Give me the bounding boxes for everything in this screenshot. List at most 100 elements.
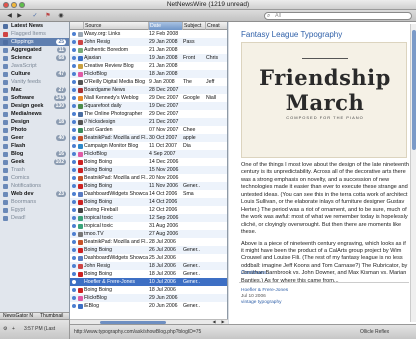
sidebar-item[interactable]: Notifications: [0, 182, 69, 190]
sidebar-item[interactable]: Design 18: [0, 118, 69, 126]
meta-tags[interactable]: vintage typography: [241, 300, 288, 306]
sidebar-item-label: Mac: [11, 87, 22, 93]
table-row[interactable]: Campaign Monitor Blog 11 Oct 2007 Dia: [70, 142, 227, 150]
table-row[interactable]: FlickrBlog 18 Jan 2008: [70, 70, 227, 78]
sidebar-item[interactable]: Flagged Items: [0, 30, 69, 38]
sidebar-item[interactable]: Clippings 25: [0, 38, 69, 46]
table-row[interactable]: BeatnikPad: Mozilla and Fl.. 28 Jul 2006: [70, 238, 227, 246]
table-row[interactable]: Hoefler & Frere-Jones 10 Jul 2006 Gener..: [70, 278, 227, 286]
feed-favicon-icon: [78, 303, 83, 309]
table-row[interactable]: Boardgame News 28 Dec 2007: [70, 86, 227, 94]
close-window-icon[interactable]: [3, 2, 9, 8]
table-row[interactable]: tmoo.TV 27 Aug 2006: [70, 230, 227, 238]
table-row[interactable]: Lost Garden 07 Nov 2007 Chee: [70, 126, 227, 134]
sidebar-item[interactable]: Design geek 130: [0, 102, 69, 110]
table-row[interactable]: Ajaxian 19 Jan 2008 Front Chris: [70, 54, 227, 62]
folder-icon: [3, 47, 8, 53]
table-row[interactable]: tropical toxic 12 Sep 2006: [70, 214, 227, 222]
header-date[interactable]: Date: [149, 22, 183, 30]
sidebar-item-label: Comics: [11, 175, 30, 181]
row-source: Niall Kennedy's Weblog: [84, 95, 139, 101]
continue-link[interactable]: Continues...: [241, 270, 271, 276]
table-row[interactable]: FlickrBlog 4 Sep 2007: [70, 150, 227, 158]
minimize-window-icon[interactable]: [11, 2, 17, 8]
table-row[interactable]: // hicksdesign 21 Dec 2007: [70, 118, 227, 126]
table-row[interactable]: Boing Boing 15 Nov 2006: [70, 166, 227, 174]
table-row[interactable]: Boing Boing 14 Dec 2006: [70, 158, 227, 166]
sidebar-item[interactable]: Aggregated 11: [0, 46, 69, 54]
sidebar-item[interactable]: Trash: [0, 166, 69, 174]
sidebar-item[interactable]: Mac 27: [0, 86, 69, 94]
row-date: 19 Dec 2007: [149, 103, 179, 109]
table-row[interactable]: Boing Boing 14 Oct 2006: [70, 198, 227, 206]
table-row[interactable]: FlickrBlog 29 Jun 2006: [70, 294, 227, 302]
header-flag[interactable]: [70, 22, 84, 30]
table-row[interactable]: BeatnikPad: Mozilla and Fl.. 20 Nov 2006: [70, 174, 227, 182]
row-date: 14 Oct 2006: [149, 191, 178, 197]
table-row[interactable]: Boing Boing 11 Nov 2006 Gener..: [70, 182, 227, 190]
table-row[interactable]: tropical toxic 31 Aug 2006: [70, 222, 227, 230]
folder-icon: [3, 207, 8, 213]
sidebar-item[interactable]: Software 143: [0, 94, 69, 102]
sidebar-item[interactable]: Flash: [0, 142, 69, 150]
table-row[interactable]: Squarefoot daily 19 Dec 2007: [70, 102, 227, 110]
header-creator[interactable]: Creat: [206, 22, 227, 30]
table-row[interactable]: Boing Boing 18 Jul 2006 Gener..: [70, 270, 227, 278]
table-row[interactable]: DashboardWidgets Showcase 25 Jul 2006: [70, 254, 227, 262]
table-row[interactable]: Daring Fireball 12 Oct 2006: [70, 206, 227, 214]
table-row[interactable]: Boing Boing 18 Jul 2006: [70, 286, 227, 294]
row-source: tmoo.TV: [84, 231, 104, 237]
table-row[interactable]: O'Reilly Digital Media Blog 9 Jan 2008 The…: [70, 78, 227, 86]
search-icon: ⌕: [267, 13, 271, 19]
search-field[interactable]: ⌕ All: [264, 12, 412, 20]
table-row[interactable]: Creative Review Blog 21 Jan 2008: [70, 62, 227, 70]
back-icon[interactable]: ◀: [5, 12, 14, 20]
table-row[interactable]: Waxy.org: Links 12 Feb 2008: [70, 30, 227, 38]
sidebar-item[interactable]: Egypt: [0, 206, 69, 214]
header-subject[interactable]: Subject: [183, 22, 206, 30]
feed-favicon-icon: [78, 71, 83, 77]
mark-read-icon[interactable]: ✓: [30, 12, 40, 20]
sidebar-item[interactable]: JavaScript: [0, 62, 69, 70]
vertical-scrollbar[interactable]: [410, 24, 416, 322]
article-title[interactable]: Fantasy League Typography: [241, 30, 342, 39]
table-row[interactable]: BeatnikPad: Mozilla and Fl.. 30 Oct 2007 a…: [70, 134, 227, 142]
zoom-window-icon[interactable]: [19, 2, 25, 8]
table-row[interactable]: John Resig 29 Jan 2008 Pass: [70, 38, 227, 46]
table-row[interactable]: Boing Boing 26 Jul 2006 Gener..: [70, 246, 227, 254]
sidebar-item[interactable]: Photo: [0, 126, 69, 134]
status-right: Ollicle Reflex: [360, 329, 390, 335]
row-date: 12 Oct 2006: [149, 207, 178, 213]
unread-dot-icon[interactable]: [70, 302, 77, 311]
forward-icon[interactable]: ▶: [15, 12, 24, 20]
flag-icon[interactable]: ⚑: [43, 12, 53, 20]
sidebar-item[interactable]: Media/news: [0, 110, 69, 118]
vertical-scroll-thumb[interactable]: [411, 30, 416, 150]
sidebar-item[interactable]: Web dev 23: [0, 190, 69, 198]
table-row[interactable]: DashboardWidgets Showcase 14 Oct 2006 Sma: [70, 190, 227, 198]
open-browser-icon[interactable]: ◉: [56, 12, 66, 20]
sidebar-item[interactable]: Science 68: [0, 54, 69, 62]
table-row[interactable]: The Online Photographer 29 Dec 2007: [70, 110, 227, 118]
table-row[interactable]: Niall Kennedy's Weblog 29 Dec 2007 Google N…: [70, 94, 227, 102]
feed-favicon-icon: [78, 79, 83, 85]
gear-icon[interactable]: ⚙: [3, 326, 7, 332]
add-icon[interactable]: +: [12, 326, 15, 332]
table-row[interactable]: Authentic Boredom 21 Jan 2008: [70, 46, 227, 54]
sidebar-item[interactable]: Comics: [0, 174, 69, 182]
sidebar-item[interactable]: Dead!: [0, 214, 69, 222]
sidebar-item[interactable]: Latest News: [0, 22, 69, 30]
row-date: 29 Jun 2006: [149, 295, 178, 301]
table-row[interactable]: iEBlog 20 Jun 2006 Gener..: [70, 302, 227, 310]
sidebar-item[interactable]: Blog 16: [0, 150, 69, 158]
sidebar-item[interactable]: Geer 40: [0, 134, 69, 142]
sidebar-item[interactable]: Boormans: [0, 198, 69, 206]
folder-icon: [3, 119, 8, 125]
sidebar-item[interactable]: Geek 102: [0, 158, 69, 166]
sidebar-item[interactable]: Vanity feeds: [0, 78, 69, 86]
row-source: FlickrBlog: [84, 151, 107, 157]
header-source[interactable]: Source: [84, 22, 149, 30]
table-row[interactable]: John Resig 18 Jul 2006 Gener..: [70, 262, 227, 270]
feed-favicon-icon: [78, 127, 83, 133]
sidebar-item[interactable]: Culture 47: [0, 70, 69, 78]
